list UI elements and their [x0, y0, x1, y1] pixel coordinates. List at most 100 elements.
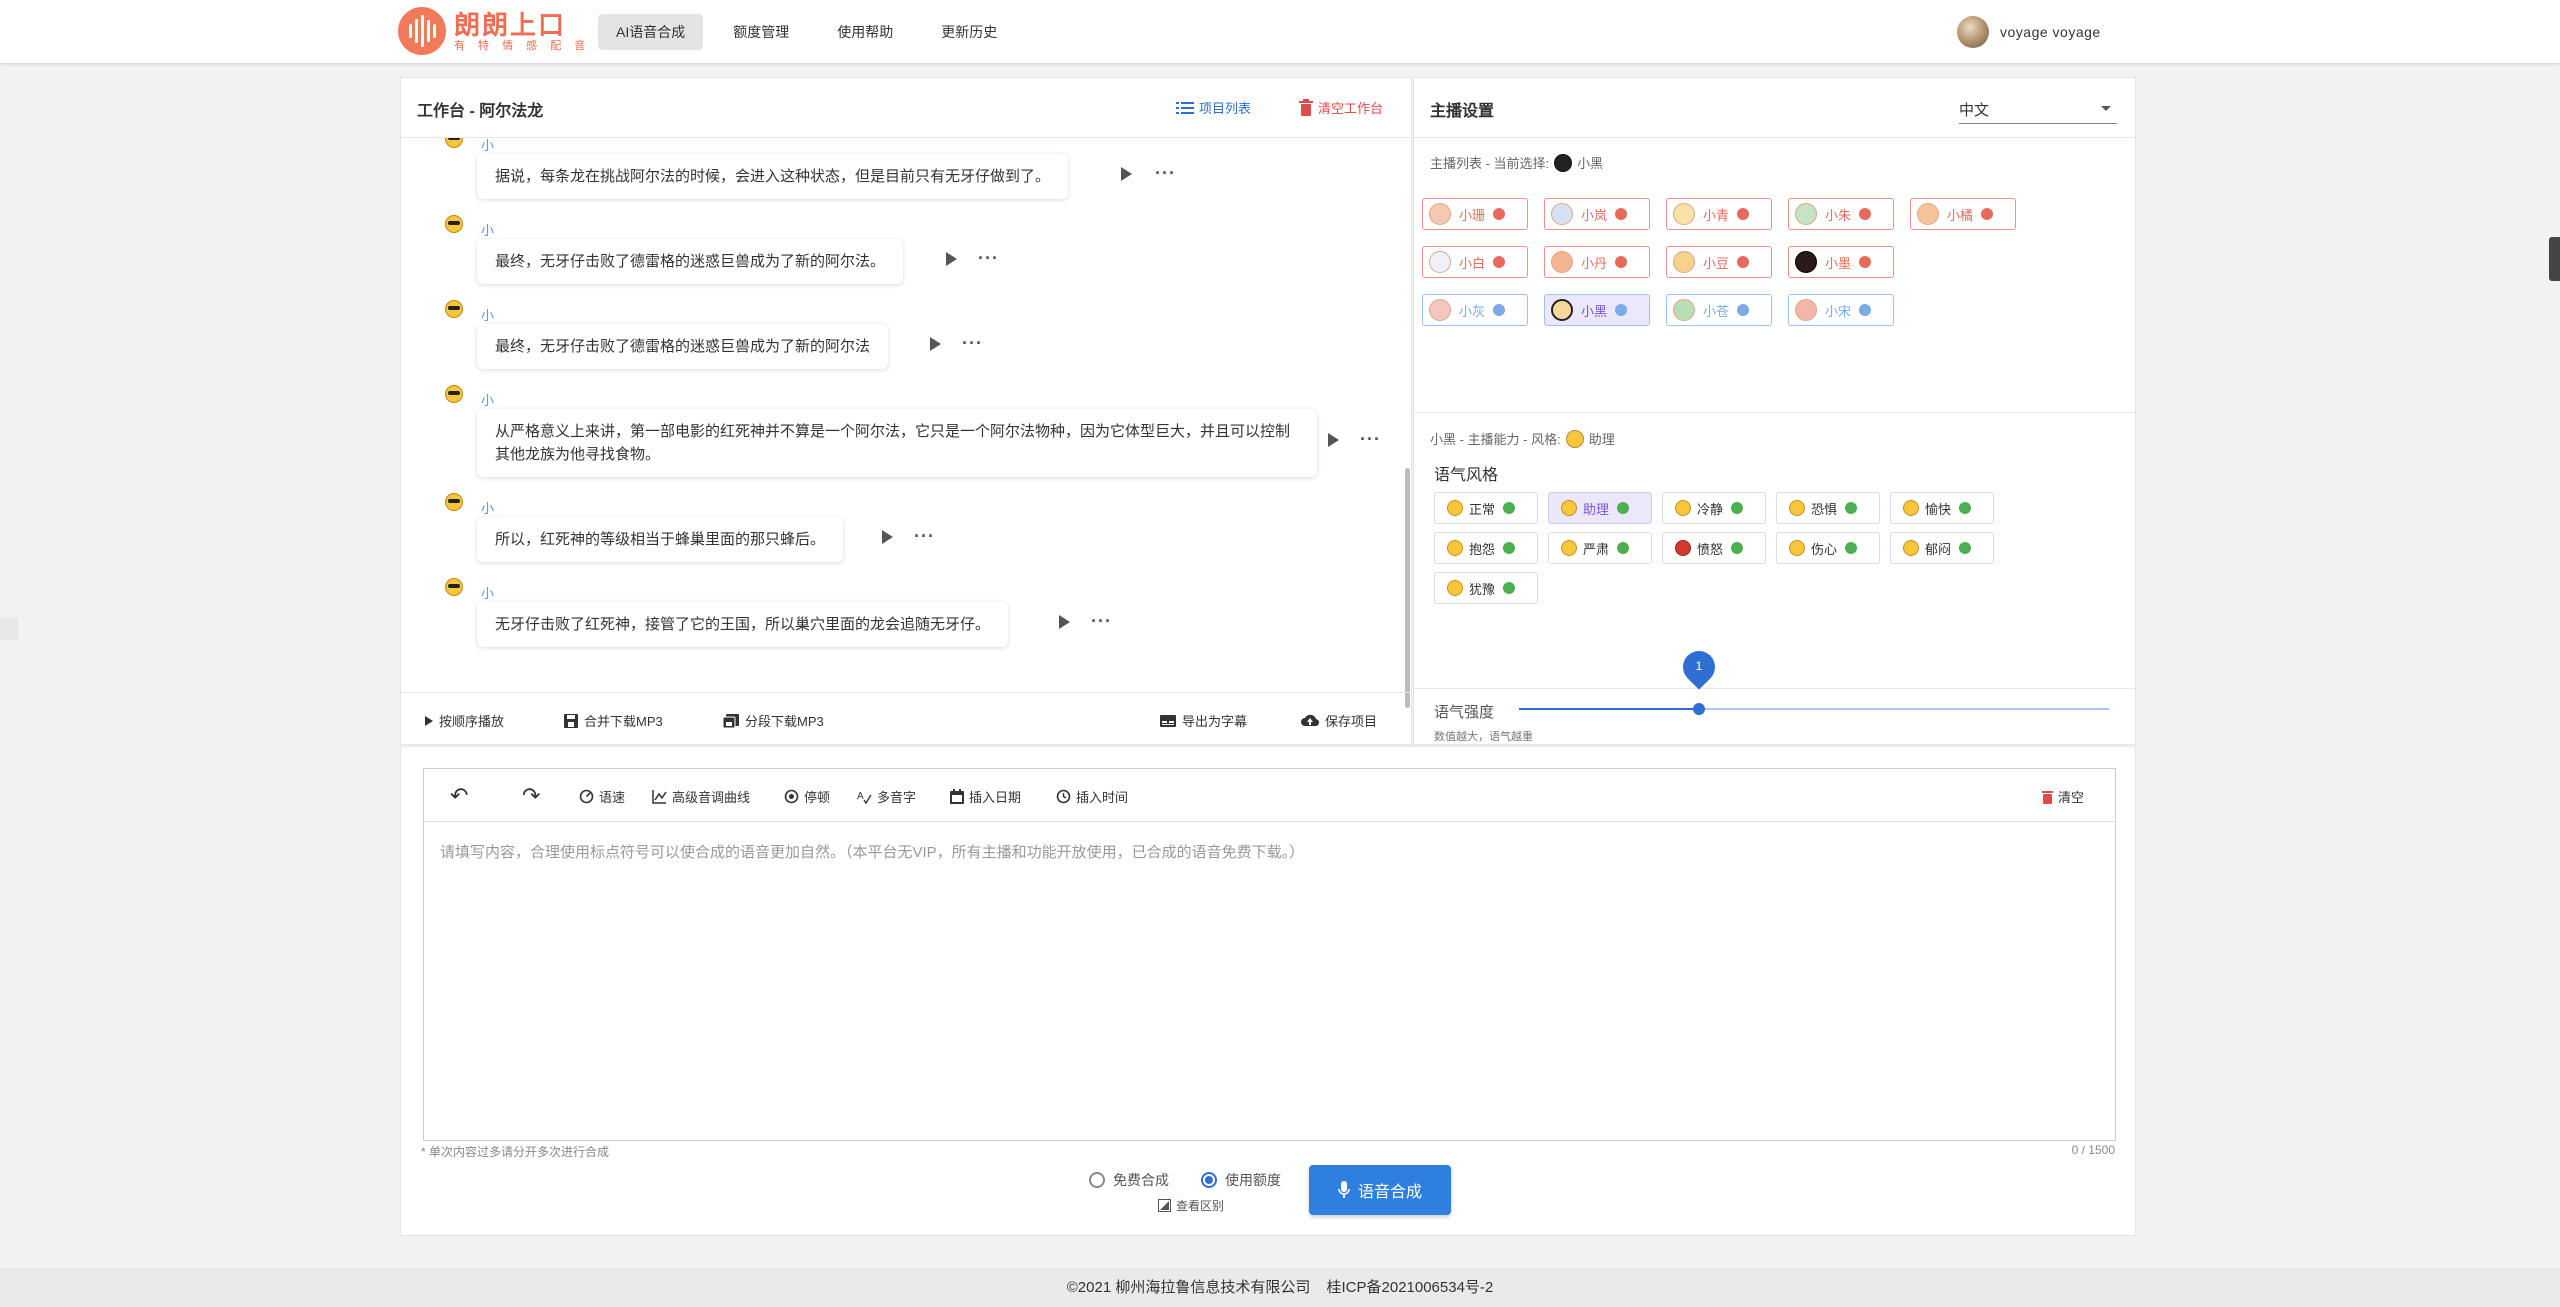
- nav-quota[interactable]: 额度管理: [715, 14, 807, 50]
- slider-thumb[interactable]: [1692, 703, 1705, 715]
- style-chip[interactable]: 严肃: [1548, 532, 1652, 564]
- message-bubble[interactable]: 最终，无牙仔击败了德雷格的迷惑巨兽成为了新的阿尔法: [477, 324, 889, 369]
- style-chip-selected[interactable]: 助理: [1548, 492, 1652, 524]
- mode-quota-radio[interactable]: 使用额度: [1201, 1170, 1281, 1190]
- nav-history[interactable]: 更新历史: [923, 14, 1015, 50]
- more-icon[interactable]: ···: [1155, 164, 1176, 182]
- anchor-chip[interactable]: 小橘: [1910, 198, 2016, 230]
- chat-scrollbar[interactable]: [1405, 468, 1410, 708]
- anchor-chip[interactable]: 小珊: [1422, 198, 1528, 230]
- nav-help[interactable]: 使用帮助: [819, 14, 911, 50]
- anchor-chip[interactable]: 小白: [1422, 246, 1528, 278]
- style-chip[interactable]: 犹豫: [1434, 572, 1538, 604]
- mode-free-label: 免费合成: [1113, 1172, 1169, 1188]
- play-icon[interactable]: [1059, 615, 1070, 629]
- anchor-chip[interactable]: 小苍: [1666, 294, 1772, 326]
- footer-icp-link[interactable]: 桂ICP备2021006534号-2: [1327, 1279, 1494, 1296]
- message-bubble[interactable]: 所以，红死神的等级相当于蜂巢里面的那只蜂后。: [477, 517, 844, 562]
- style-label: 犹豫: [1469, 581, 1496, 597]
- avatar[interactable]: [1957, 16, 1989, 48]
- export-subtitle-label: 导出为字幕: [1182, 714, 1248, 729]
- style-label: 冷静: [1697, 501, 1724, 517]
- play-icon[interactable]: [882, 530, 893, 544]
- ability-label: 小黑 - 主播能力 - 风格: 助理: [1430, 429, 1615, 448]
- radio-icon[interactable]: [1089, 1172, 1105, 1188]
- insert-time-button[interactable]: 插入时间: [1056, 787, 1128, 806]
- speed-button[interactable]: 语速: [579, 787, 625, 806]
- split-download-button[interactable]: 分段下载MP3: [723, 711, 824, 730]
- language-select[interactable]: 中文: [1959, 94, 2117, 124]
- clear-editor-button[interactable]: 清空: [2042, 787, 2084, 806]
- anchor-chip[interactable]: 小豆: [1666, 246, 1772, 278]
- style-chip[interactable]: 冷静: [1662, 492, 1766, 524]
- anchor-avatar: [1795, 251, 1817, 273]
- polyphone-button[interactable]: A 多音字: [857, 787, 916, 806]
- pitch-curve-button[interactable]: 高级音调曲线: [652, 787, 750, 806]
- message-bubble[interactable]: 无牙仔击败了红死神，接管了它的王国，所以巢穴里面的龙会追随无牙仔。: [477, 602, 1009, 647]
- anchor-name: 小墨: [1825, 255, 1852, 271]
- play-icon[interactable]: [1121, 167, 1132, 181]
- ability-style: 助理: [1588, 432, 1615, 447]
- trash-icon: [2042, 790, 2053, 804]
- view-difference-link[interactable]: 查看区别: [1158, 1197, 1224, 1214]
- top-navbar: 朗朗上口 有 特 情 感 配 音 AI语音合成 额度管理 使用帮助 更新历史 v…: [0, 0, 2560, 64]
- export-subtitle-button[interactable]: 导出为字幕: [1160, 711, 1247, 730]
- left-edge-tab[interactable]: [0, 618, 18, 640]
- more-icon[interactable]: ···: [1360, 430, 1381, 448]
- style-chip[interactable]: 抱怨: [1434, 532, 1538, 564]
- more-icon[interactable]: ···: [978, 249, 999, 267]
- anchor-name: 小丹: [1581, 255, 1608, 271]
- anchor-chip[interactable]: 小岚: [1544, 198, 1650, 230]
- style-chip[interactable]: 正常: [1434, 492, 1538, 524]
- message-bubble[interactable]: 最终，无牙仔击败了德雷格的迷惑巨兽成为了新的阿尔法。: [477, 239, 904, 284]
- anchor-chip[interactable]: 小墨: [1788, 246, 1894, 278]
- anchor-chip[interactable]: 小青: [1666, 198, 1772, 230]
- serious-face-icon: [1561, 540, 1577, 556]
- more-icon[interactable]: ···: [1091, 612, 1112, 630]
- angry-face-icon: [1675, 540, 1691, 556]
- style-chip[interactable]: 恐惧: [1776, 492, 1880, 524]
- play-sequence-button[interactable]: 按顺序播放: [425, 711, 504, 730]
- more-icon[interactable]: ···: [962, 334, 983, 352]
- anchor-chip[interactable]: 小丹: [1544, 246, 1650, 278]
- more-icon[interactable]: ···: [914, 527, 935, 545]
- project-list-button[interactable]: 项目列表: [1176, 98, 1251, 117]
- side-drawer-handle[interactable]: [2549, 237, 2560, 281]
- anchor-avatar: [1795, 299, 1817, 321]
- main-nav: AI语音合成 额度管理 使用帮助 更新历史: [598, 14, 1015, 50]
- radio-checked-icon[interactable]: [1201, 1172, 1217, 1188]
- slider-value: 1: [1695, 659, 1703, 673]
- play-icon[interactable]: [946, 252, 957, 266]
- anchor-chip[interactable]: 小灰: [1422, 294, 1528, 326]
- nav-tts[interactable]: AI语音合成: [598, 14, 704, 50]
- dot-icon: [1859, 304, 1872, 316]
- anchor-header: 主播设置 中文: [1414, 78, 2135, 138]
- play-icon[interactable]: [930, 337, 941, 351]
- logo[interactable]: 朗朗上口 有 特 情 感 配 音: [398, 7, 590, 55]
- mode-free-radio[interactable]: 免费合成: [1089, 1170, 1169, 1190]
- style-chip[interactable]: 愤怒: [1662, 532, 1766, 564]
- merge-download-button[interactable]: 合并下载MP3: [564, 711, 663, 730]
- message-bubble[interactable]: 从严格意义上来讲，第一部电影的红死神并不算是一个阿尔法，它只是一个阿尔法物种，因…: [477, 409, 1317, 477]
- speaker-avatar: [445, 385, 463, 403]
- insert-date-button[interactable]: 插入日期: [950, 787, 1021, 806]
- clear-workspace-button[interactable]: 清空工作台: [1299, 98, 1383, 117]
- style-chip[interactable]: 愉快: [1890, 492, 1994, 524]
- message-bubble[interactable]: 据说，每条龙在挑战阿尔法的时候，会进入这种状态，但是目前只有无牙仔做到了。: [477, 154, 1069, 199]
- text-editor[interactable]: ↶ ↷ 语速 高级音调曲线 停顿 A 多音字 插入日期 插入时间 清空 请填写内…: [423, 768, 2116, 1141]
- redo-icon[interactable]: ↷: [522, 783, 540, 809]
- intensity-slider[interactable]: 1: [1519, 644, 2109, 715]
- user-menu[interactable]: voyage voyage: [1957, 16, 2101, 48]
- play-dot-icon: [1617, 542, 1630, 554]
- pause-button[interactable]: 停顿: [784, 787, 830, 806]
- anchor-chip[interactable]: 小宋: [1788, 294, 1894, 326]
- play-icon[interactable]: [1328, 433, 1339, 447]
- anchor-chip[interactable]: 小朱: [1788, 198, 1894, 230]
- save-project-button[interactable]: 保存项目: [1301, 711, 1377, 730]
- synthesize-button[interactable]: 语音合成: [1309, 1165, 1451, 1215]
- style-chip[interactable]: 郁闷: [1890, 532, 1994, 564]
- undo-icon[interactable]: ↶: [450, 783, 468, 809]
- anchor-name: 小黑: [1581, 303, 1608, 319]
- style-chip[interactable]: 伤心: [1776, 532, 1880, 564]
- anchor-chip-selected[interactable]: 小黑: [1544, 294, 1650, 326]
